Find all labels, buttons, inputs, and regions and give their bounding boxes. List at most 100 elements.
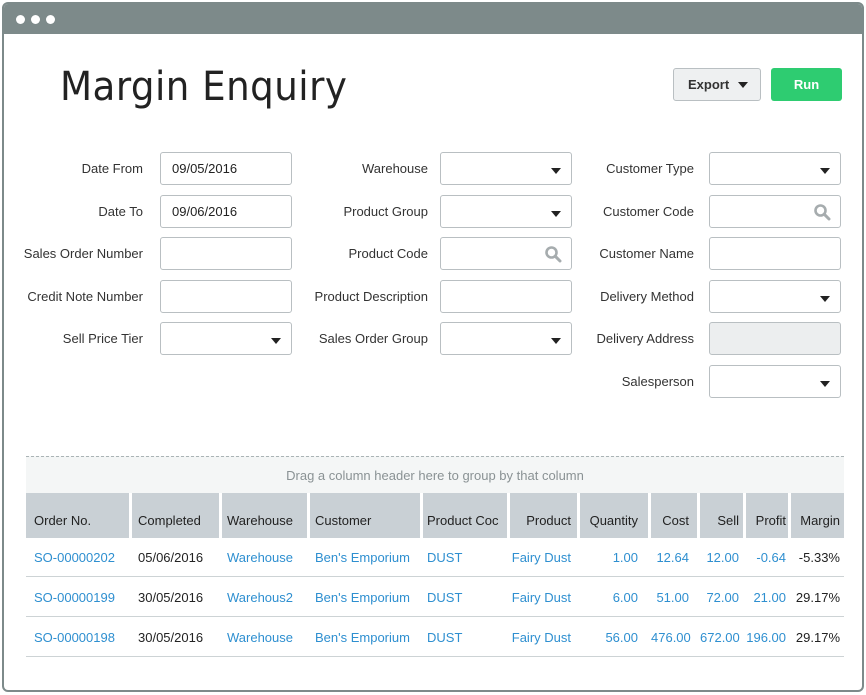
cell-profit[interactable]: 196.00 <box>746 630 786 645</box>
sales-order-group-label: Sales Order Group <box>318 331 428 346</box>
search-icon[interactable] <box>813 203 831 221</box>
date-to-value: 09/06/2016 <box>172 204 238 219</box>
sales-order-group-select[interactable] <box>440 322 572 355</box>
column-header-cost[interactable]: Cost <box>651 493 697 538</box>
product-code-search-input[interactable] <box>440 237 572 270</box>
cell-product[interactable]: Fairy Dust <box>510 550 571 565</box>
group-by-drop-zone[interactable]: Drag a column header here to group by th… <box>26 456 844 493</box>
title-bar <box>4 4 862 34</box>
customer-code-label: Customer Code <box>602 204 694 219</box>
cell-product[interactable]: Fairy Dust <box>510 590 571 605</box>
cell-warehouse[interactable]: Warehous2 <box>227 590 293 605</box>
credit-note-number-label: Credit Note Number <box>27 289 143 304</box>
export-button-label: Export <box>688 77 730 92</box>
cell-quantity[interactable]: 56.00 <box>580 630 638 645</box>
column-header-order-no[interactable]: Order No. <box>26 493 129 538</box>
cell-product-coc[interactable]: DUST <box>427 590 462 605</box>
product-group-label: Product Group <box>343 204 428 219</box>
cell-completed: 30/05/2016 <box>138 630 204 645</box>
cell-profit[interactable]: -0.64 <box>746 550 786 565</box>
table-row[interactable]: SO-00000198 30/05/2016 Warehouse Ben's Empo… <box>26 618 844 657</box>
cell-margin: 29.17% <box>795 630 840 645</box>
cell-sell[interactable]: 672.00 <box>700 630 740 645</box>
column-header-quantity[interactable]: Quantity <box>580 493 648 538</box>
cell-sell[interactable]: 72.00 <box>700 590 739 605</box>
cell-quantity[interactable]: 6.00 <box>580 590 638 605</box>
column-header-profit[interactable]: Profit <box>746 493 788 538</box>
caret-down-icon[interactable] <box>820 296 830 302</box>
cell-cost[interactable]: 51.00 <box>651 590 689 605</box>
cell-product-coc[interactable]: DUST <box>427 630 462 645</box>
customer-name-input[interactable] <box>709 237 841 270</box>
caret-down-icon <box>738 82 748 88</box>
caret-down-icon[interactable] <box>551 211 561 217</box>
search-icon[interactable] <box>544 245 562 263</box>
table-row[interactable]: SO-00000202 05/06/2016 Warehouse Ben's Empo… <box>26 538 844 577</box>
customer-code-search-input[interactable] <box>709 195 841 228</box>
sales-order-number-label: Sales Order Number <box>23 246 143 261</box>
cell-margin: -5.33% <box>798 550 840 565</box>
cell-order-no[interactable]: SO-00000202 <box>34 550 115 565</box>
column-header-product[interactable]: Product <box>510 493 577 538</box>
cell-customer[interactable]: Ben's Emporium <box>315 590 410 605</box>
window-dot-icon[interactable] <box>31 15 40 24</box>
date-from-input[interactable]: 09/05/2016 <box>160 152 292 185</box>
sales-order-number-input[interactable] <box>160 237 292 270</box>
sell-price-tier-select[interactable] <box>160 322 292 355</box>
date-from-label: Date From <box>81 161 143 176</box>
caret-down-icon[interactable] <box>551 168 561 174</box>
credit-note-number-input[interactable] <box>160 280 292 313</box>
column-header-product-coc[interactable]: Product Coc <box>423 493 507 538</box>
sell-price-tier-label: Sell Price Tier <box>62 331 143 346</box>
caret-down-icon[interactable] <box>820 168 830 174</box>
column-header-sell[interactable]: Sell <box>700 493 743 538</box>
window-dot-icon[interactable] <box>46 15 55 24</box>
cell-customer[interactable]: Ben's Emporium <box>315 550 410 565</box>
column-header-warehouse[interactable]: Warehouse <box>222 493 307 538</box>
warehouse-label: Warehouse <box>362 161 428 176</box>
delivery-method-label: Delivery Method <box>600 289 694 304</box>
delivery-address-label: Delivery Address <box>596 331 694 346</box>
cell-customer[interactable]: Ben's Emporium <box>315 630 410 645</box>
cell-completed: 05/06/2016 <box>138 550 204 565</box>
cell-margin: 29.17% <box>795 590 840 605</box>
warehouse-select[interactable] <box>440 152 572 185</box>
cell-completed: 30/05/2016 <box>138 590 204 605</box>
cell-warehouse[interactable]: Warehouse <box>227 630 293 645</box>
delivery-address-input <box>709 322 841 355</box>
customer-type-label: Customer Type <box>606 161 694 176</box>
product-group-select[interactable] <box>440 195 572 228</box>
column-header-customer[interactable]: Customer <box>310 493 420 538</box>
cell-quantity[interactable]: 1.00 <box>580 550 638 565</box>
table-row[interactable]: SO-00000199 30/05/2016 Warehous2 Ben's Empo… <box>26 578 844 617</box>
caret-down-icon[interactable] <box>820 381 830 387</box>
customer-type-select[interactable] <box>709 152 841 185</box>
product-description-input[interactable] <box>440 280 572 313</box>
window-dot-icon[interactable] <box>16 15 25 24</box>
cell-product-coc[interactable]: DUST <box>427 550 462 565</box>
cell-order-no[interactable]: SO-00000199 <box>34 590 115 605</box>
product-code-label: Product Code <box>348 246 429 261</box>
column-header-completed[interactable]: Completed <box>132 493 219 538</box>
delivery-method-select[interactable] <box>709 280 841 313</box>
app-window: Margin Enquiry Export Run Date From 09/05… <box>2 2 864 692</box>
salesperson-label: Salesperson <box>621 374 694 389</box>
salesperson-select[interactable] <box>709 365 841 398</box>
column-header-margin[interactable]: Margin <box>791 493 844 538</box>
cell-order-no[interactable]: SO-00000198 <box>34 630 115 645</box>
cell-warehouse[interactable]: Warehouse <box>227 550 293 565</box>
date-to-input[interactable]: 09/06/2016 <box>160 195 292 228</box>
caret-down-icon[interactable] <box>271 338 281 344</box>
cell-cost[interactable]: 476.00 <box>651 630 691 645</box>
date-from-value: 09/05/2016 <box>172 161 238 176</box>
product-description-label: Product Description <box>314 289 428 304</box>
run-button[interactable]: Run <box>771 68 842 101</box>
cell-product[interactable]: Fairy Dust <box>510 630 571 645</box>
export-button[interactable]: Export <box>673 68 761 101</box>
cell-sell[interactable]: 12.00 <box>700 550 739 565</box>
cell-profit[interactable]: 21.00 <box>746 590 786 605</box>
customer-name-label: Customer Name <box>599 246 694 261</box>
caret-down-icon[interactable] <box>551 338 561 344</box>
cell-cost[interactable]: 12.64 <box>651 550 689 565</box>
page-title: Margin Enquiry <box>60 64 348 110</box>
